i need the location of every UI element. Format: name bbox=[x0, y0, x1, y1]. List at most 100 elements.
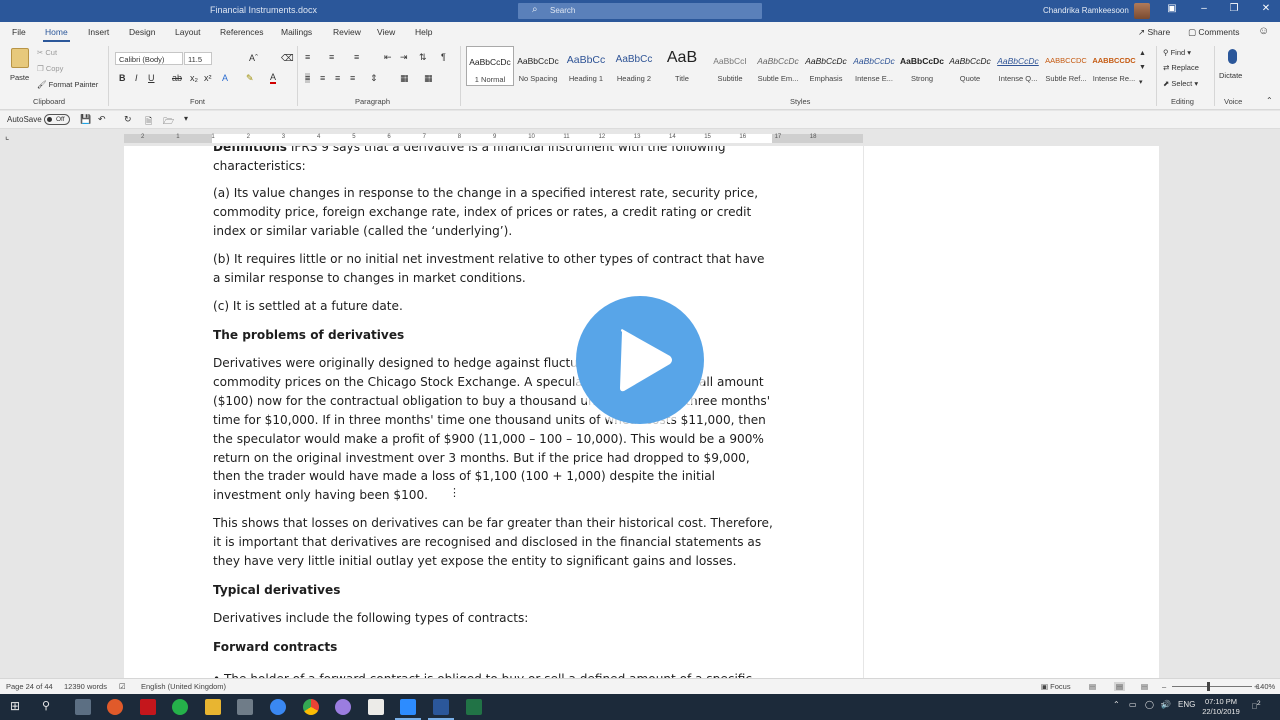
font-name-box[interactable]: Calibri (Body) bbox=[115, 52, 183, 65]
style-no-spacing[interactable]: AaBbCcDc No Spacing bbox=[514, 46, 562, 86]
minimize-icon[interactable]: – bbox=[1194, 3, 1214, 19]
tab-view[interactable]: View bbox=[377, 27, 395, 37]
zoom-level[interactable]: 140% bbox=[1256, 682, 1275, 691]
tab-home[interactable]: Home bbox=[43, 27, 70, 42]
maximize-icon[interactable]: ❐ bbox=[1224, 3, 1244, 19]
new-document-icon[interactable]: 🗎 bbox=[145, 114, 152, 130]
autosave-toggle[interactable]: Off bbox=[44, 114, 70, 125]
file-explorer-icon[interactable] bbox=[205, 699, 221, 715]
style-heading-1[interactable]: AaBbCc Heading 1 bbox=[562, 46, 610, 86]
tab-references[interactable]: References bbox=[220, 27, 263, 37]
decrease-indent-icon[interactable]: ⇤ bbox=[384, 52, 392, 63]
select-button[interactable]: ⬈ Select ▾ bbox=[1163, 79, 1198, 88]
cut-button[interactable]: ✂ Cut bbox=[37, 48, 57, 57]
print-layout-icon[interactable]: ▤ bbox=[1114, 682, 1126, 691]
customize-toolbar-icon[interactable]: ▾ bbox=[184, 114, 188, 123]
show-formatting-marks-icon[interactable]: ¶ bbox=[441, 52, 446, 62]
format-painter-button[interactable]: 🖌 Format Painter bbox=[37, 80, 98, 89]
replace-button[interactable]: ⇄ Replace bbox=[1163, 63, 1199, 72]
font-size-grow-icon[interactable]: Aˆ bbox=[249, 53, 258, 63]
tab-help[interactable]: Help bbox=[415, 27, 432, 37]
network-icon[interactable]: ◯ bbox=[1145, 700, 1154, 709]
clock[interactable]: 07:10 PM 22/10/2019 bbox=[1200, 697, 1242, 717]
windows-start-icon[interactable]: ⊞ bbox=[10, 699, 20, 713]
share-button[interactable]: ↗ Share bbox=[1138, 27, 1170, 38]
task-view-icon[interactable] bbox=[75, 699, 91, 715]
shading-icon[interactable]: ▦ bbox=[400, 73, 409, 84]
styles-scroll-up-icon[interactable]: ▲ bbox=[1139, 50, 1146, 57]
style-intense-emphasis[interactable]: AaBbCcDc Intense E... bbox=[850, 46, 898, 86]
close-icon[interactable]: ✕ bbox=[1256, 3, 1276, 19]
redo-icon[interactable]: ↻ bbox=[124, 114, 132, 125]
user-name[interactable]: Chandrika Ramkeesoon bbox=[1043, 6, 1129, 15]
feedback-icon[interactable]: ☺ bbox=[1258, 25, 1269, 37]
tab-selector-icon[interactable]: ⌞ bbox=[5, 131, 9, 142]
text-effects-icon[interactable]: A bbox=[222, 73, 228, 83]
styles-scroll-down-icon[interactable]: ▼ bbox=[1139, 64, 1146, 71]
page-count[interactable]: Page 24 of 44 bbox=[6, 682, 53, 691]
zoom-slider[interactable] bbox=[1172, 686, 1252, 687]
comments-button[interactable]: ▢ Comments bbox=[1188, 27, 1240, 38]
netflix-icon[interactable] bbox=[140, 699, 156, 715]
strikethrough-icon[interactable]: ab bbox=[172, 73, 182, 83]
next-page[interactable] bbox=[864, 146, 1159, 678]
style-intense-reference[interactable]: AABBCCDC Intense Re... bbox=[1090, 46, 1138, 86]
whatsapp-icon[interactable] bbox=[172, 699, 188, 715]
zoom-app-icon[interactable] bbox=[400, 699, 416, 715]
style-subtle-reference[interactable]: AABBCCDC Subtle Ref... bbox=[1042, 46, 1090, 86]
avatar[interactable] bbox=[1134, 3, 1150, 19]
tab-design[interactable]: Design bbox=[129, 27, 155, 37]
open-folder-icon[interactable]: 🗁 bbox=[163, 114, 174, 130]
battery-icon[interactable]: ▭ bbox=[1129, 700, 1137, 709]
document-page[interactable]: Definitions IFRS 9 says that a derivativ… bbox=[124, 146, 863, 678]
line-spacing-icon[interactable]: ⇕ bbox=[370, 73, 378, 84]
save-icon[interactable]: 💾 bbox=[80, 114, 91, 125]
web-layout-icon[interactable]: ▤ bbox=[1141, 682, 1148, 691]
ribbon-display-options-icon[interactable]: ▣ bbox=[1162, 3, 1182, 19]
font-color-icon[interactable]: A bbox=[270, 73, 277, 84]
italic-icon[interactable]: I bbox=[135, 73, 138, 83]
undo-icon[interactable]: ↶ bbox=[98, 114, 106, 125]
calculator-icon[interactable] bbox=[237, 699, 253, 715]
tab-review[interactable]: Review bbox=[333, 27, 361, 37]
zoom-slider-thumb[interactable] bbox=[1207, 682, 1210, 691]
style-subtle-emphasis[interactable]: AaBbCcDc Subtle Em... bbox=[754, 46, 802, 86]
itunes-icon[interactable] bbox=[335, 699, 351, 715]
proofing-icon[interactable]: ☑ bbox=[119, 682, 126, 691]
multilevel-list-icon[interactable]: ≡ bbox=[354, 52, 359, 62]
style-heading-2[interactable]: AaBbCc Heading 2 bbox=[610, 46, 658, 86]
bullets-icon[interactable]: ≡ bbox=[305, 52, 310, 62]
volume-icon[interactable]: 🔊 bbox=[1161, 700, 1171, 709]
clear-formatting-icon[interactable]: ⌫ bbox=[281, 53, 294, 64]
word-count[interactable]: 12390 words bbox=[64, 682, 107, 691]
focus-mode-button[interactable]: ▣ Focus bbox=[1041, 682, 1071, 691]
style-emphasis[interactable]: AaBbCcDc Emphasis bbox=[802, 46, 850, 86]
style-subtitle[interactable]: AaBbCcI Subtitle bbox=[706, 46, 754, 86]
superscript-icon[interactable]: x² bbox=[204, 73, 212, 83]
numbering-icon[interactable]: ≡ bbox=[329, 52, 334, 62]
firefox-icon[interactable] bbox=[107, 699, 123, 715]
align-center-icon[interactable]: ≡ bbox=[320, 73, 325, 83]
styles-more-icon[interactable]: ▾ bbox=[1139, 78, 1143, 86]
chrome-g-icon[interactable] bbox=[270, 699, 286, 715]
style-title[interactable]: AaB Title bbox=[658, 46, 706, 86]
underline-icon[interactable]: U bbox=[148, 73, 155, 83]
style-normal[interactable]: AaBbCcDc 1 Normal bbox=[466, 46, 514, 86]
copy-button[interactable]: ❐ Copy bbox=[37, 64, 63, 73]
sort-icon[interactable]: ⇅ bbox=[419, 52, 427, 63]
justify-icon[interactable]: ≡ bbox=[350, 73, 355, 83]
subscript-icon[interactable]: x₂ bbox=[190, 73, 198, 83]
borders-icon[interactable]: ▦ bbox=[424, 73, 433, 84]
read-mode-icon[interactable]: ▤ bbox=[1089, 682, 1096, 691]
word-icon[interactable] bbox=[433, 699, 449, 715]
style-quote[interactable]: AaBbCcDc Quote bbox=[946, 46, 994, 86]
align-left-icon[interactable]: ≡ bbox=[305, 73, 311, 83]
tab-insert[interactable]: Insert bbox=[88, 27, 109, 37]
style-intense-quote[interactable]: AaBbCcDc Intense Q... bbox=[994, 46, 1042, 86]
highlight-icon[interactable]: ✎ bbox=[246, 73, 254, 84]
tab-file[interactable]: File bbox=[12, 27, 26, 37]
app-icon[interactable] bbox=[368, 699, 384, 715]
chrome-icon[interactable] bbox=[303, 699, 319, 715]
style-strong[interactable]: AaBbCcDc Strong bbox=[898, 46, 946, 86]
dictate-button[interactable]: Dictate bbox=[1218, 46, 1248, 90]
